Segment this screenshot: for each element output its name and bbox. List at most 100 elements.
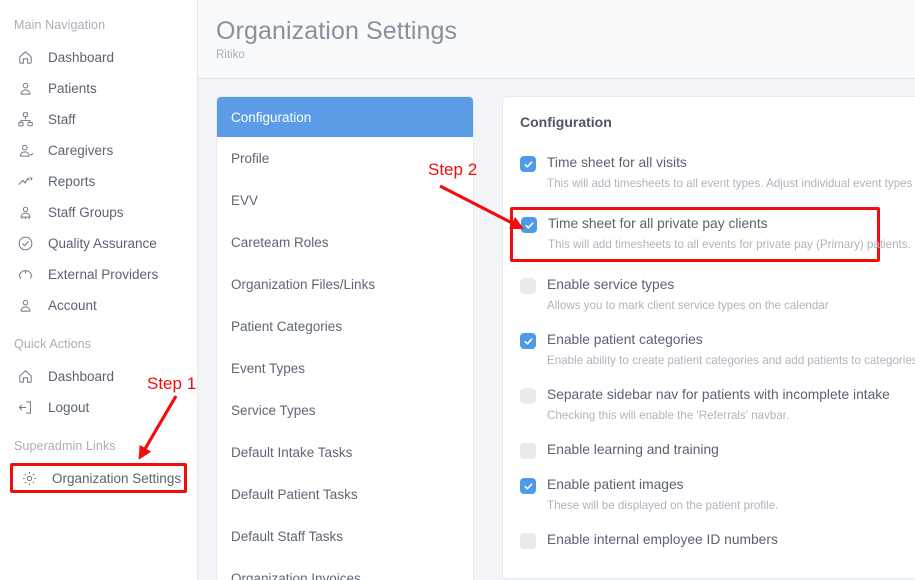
- settings-menu-item-default-staff-tasks[interactable]: Default Staff Tasks: [217, 515, 473, 557]
- option-label: Enable service types: [547, 277, 674, 292]
- settings-menu-item-label: Default Intake Tasks: [231, 445, 352, 460]
- option-row-time-sheet-all-visits[interactable]: Time sheet for all visits This will add …: [520, 152, 915, 194]
- option-description: These will be displayed on the patient p…: [547, 498, 778, 514]
- chart-line-icon: [15, 172, 35, 192]
- sidebar-item-label: Staff Groups: [48, 205, 124, 220]
- settings-menu-item-label: Profile: [231, 151, 269, 166]
- option-description: Allows you to mark client service types …: [547, 298, 829, 314]
- option-text: Enable patient categories Enable ability…: [547, 331, 915, 369]
- sidebar-item-label: Caregivers: [48, 143, 113, 158]
- sidebar-item-staff[interactable]: Staff: [0, 104, 197, 135]
- sidebar-item-reports[interactable]: Reports: [0, 166, 197, 197]
- sidebar-item-label: Account: [48, 298, 97, 313]
- option-row-enable-patient-images[interactable]: Enable patient images These will be disp…: [520, 474, 915, 516]
- settings-menu-item-evv[interactable]: EVV: [217, 179, 473, 221]
- option-row-enable-service-types[interactable]: Enable service types Allows you to mark …: [520, 274, 915, 316]
- option-text: Time sheet for all visits This will add …: [547, 154, 915, 192]
- sidebar-item-logout[interactable]: Logout: [0, 392, 197, 423]
- step1-label: Step 1: [147, 374, 196, 394]
- nav-section-title-main: Main Navigation: [0, 18, 197, 32]
- sidebar-item-quality-assurance[interactable]: Quality Assurance: [0, 228, 197, 259]
- settings-menu-item-default-patient-tasks[interactable]: Default Patient Tasks: [217, 473, 473, 515]
- checkbox-enable-patient-images[interactable]: [520, 478, 536, 494]
- page-subtitle: Ritiko: [216, 49, 915, 61]
- settings-menu-item-organization-files-links[interactable]: Organization Files/Links: [217, 263, 473, 305]
- option-description: This will add timesheets to all event ty…: [547, 176, 915, 192]
- sidebar-item-dashboard[interactable]: Dashboard: [0, 42, 197, 73]
- main-content: Organization Settings Ritiko Configurati…: [198, 0, 915, 580]
- settings-content: Configuration Profile EVV Careteam Roles…: [198, 79, 915, 580]
- gear-icon: [19, 468, 39, 488]
- home-icon: [15, 367, 35, 387]
- settings-menu-item-label: Patient Categories: [231, 319, 342, 334]
- settings-menu-item-configuration[interactable]: Configuration: [217, 97, 473, 137]
- option-label: Time sheet for all visits: [547, 155, 687, 170]
- sidebar-item-label: Dashboard: [48, 50, 114, 65]
- settings-menu-item-label: Organization Invoices: [231, 571, 361, 580]
- settings-menu-item-label: Event Types: [231, 361, 305, 376]
- sitemap-icon: [15, 110, 35, 130]
- configuration-options-panel: Configuration Time sheet for all visits …: [502, 96, 915, 579]
- option-label: Enable internal employee ID numbers: [547, 532, 778, 547]
- handshake-icon: [15, 265, 35, 285]
- logout-icon: [15, 398, 35, 418]
- option-description: Enable ability to create patient categor…: [547, 353, 915, 369]
- settings-menu-item-label: Default Staff Tasks: [231, 529, 343, 544]
- option-label: Time sheet for all private pay clients: [548, 216, 768, 231]
- sidebar-item-label: External Providers: [48, 267, 158, 282]
- options-panel-title: Configuration: [520, 114, 915, 130]
- sidebar-item-label: Organization Settings: [52, 471, 181, 486]
- option-text: Enable patient images These will be disp…: [547, 476, 778, 514]
- sidebar-item-label: Patients: [48, 81, 97, 96]
- settings-menu-item-organization-invoices[interactable]: Organization Invoices: [217, 557, 473, 580]
- sidebar-item-staff-groups[interactable]: Staff Groups: [0, 197, 197, 228]
- checkbox-time-sheet-all-visits[interactable]: [520, 156, 536, 172]
- option-row-enable-learning-training[interactable]: Enable learning and training: [520, 439, 915, 461]
- sidebar-item-external-providers[interactable]: External Providers: [0, 259, 197, 290]
- sidebar-item-label: Dashboard: [48, 369, 114, 384]
- option-row-time-sheet-private-pay[interactable]: Time sheet for all private pay clients T…: [510, 207, 880, 262]
- user-group-icon: [15, 203, 35, 223]
- settings-menu-item-event-types[interactable]: Event Types: [217, 347, 473, 389]
- settings-menu-item-label: Configuration: [231, 110, 311, 125]
- option-text: Enable service types Allows you to mark …: [547, 276, 829, 314]
- settings-menu-item-label: Organization Files/Links: [231, 277, 375, 292]
- option-row-enable-patient-categories[interactable]: Enable patient categories Enable ability…: [520, 329, 915, 371]
- settings-menu-item-careteam-roles[interactable]: Careteam Roles: [217, 221, 473, 263]
- option-text: Enable learning and training: [547, 441, 719, 459]
- settings-menu-item-default-intake-tasks[interactable]: Default Intake Tasks: [217, 431, 473, 473]
- sidebar-item-organization-settings[interactable]: Organization Settings: [10, 463, 187, 493]
- sidebar-item-patients[interactable]: Patients: [0, 73, 197, 104]
- home-icon: [15, 48, 35, 68]
- settings-menu-item-label: EVV: [231, 193, 258, 208]
- settings-menu-item-label: Service Types: [231, 403, 316, 418]
- page-header: Organization Settings Ritiko: [198, 0, 915, 79]
- option-label: Enable patient images: [547, 477, 684, 492]
- checkbox-enable-patient-categories[interactable]: [520, 333, 536, 349]
- option-text: Time sheet for all private pay clients T…: [548, 215, 877, 253]
- sidebar-item-account[interactable]: Account: [0, 290, 197, 321]
- page-title: Organization Settings: [216, 16, 915, 46]
- sidebar-item-label: Staff: [48, 112, 76, 127]
- step2-label: Step 2: [428, 160, 477, 180]
- option-description: Checking this will enable the 'Referrals…: [547, 408, 890, 424]
- checkbox-time-sheet-private-pay[interactable]: [521, 217, 537, 233]
- caregiver-icon: [15, 141, 35, 161]
- checkbox-enable-service-types[interactable]: [520, 278, 536, 294]
- settings-menu-item-label: Careteam Roles: [231, 235, 329, 250]
- checkbox-enable-internal-employee-id[interactable]: [520, 533, 536, 549]
- settings-menu-item-patient-categories[interactable]: Patient Categories: [217, 305, 473, 347]
- settings-menu-item-service-types[interactable]: Service Types: [217, 389, 473, 431]
- sidebar-item-caregivers[interactable]: Caregivers: [0, 135, 197, 166]
- option-row-separate-sidebar-nav[interactable]: Separate sidebar nav for patients with i…: [520, 384, 915, 426]
- checkbox-enable-learning-training[interactable]: [520, 443, 536, 459]
- checkbox-separate-sidebar-nav[interactable]: [520, 388, 536, 404]
- nav-section-title-quick-actions: Quick Actions: [0, 337, 197, 351]
- option-description: This will add timesheets to all events f…: [548, 237, 877, 253]
- settings-menu-item-label: Default Patient Tasks: [231, 487, 358, 502]
- sidebar-item-label: Quality Assurance: [48, 236, 157, 251]
- nav-section-title-superadmin: Superadmin Links: [0, 439, 197, 453]
- option-row-enable-internal-employee-id[interactable]: Enable internal employee ID numbers: [520, 529, 915, 551]
- main-sidebar: Main Navigation Dashboard Patients Staff…: [0, 0, 198, 580]
- sidebar-item-label: Reports: [48, 174, 95, 189]
